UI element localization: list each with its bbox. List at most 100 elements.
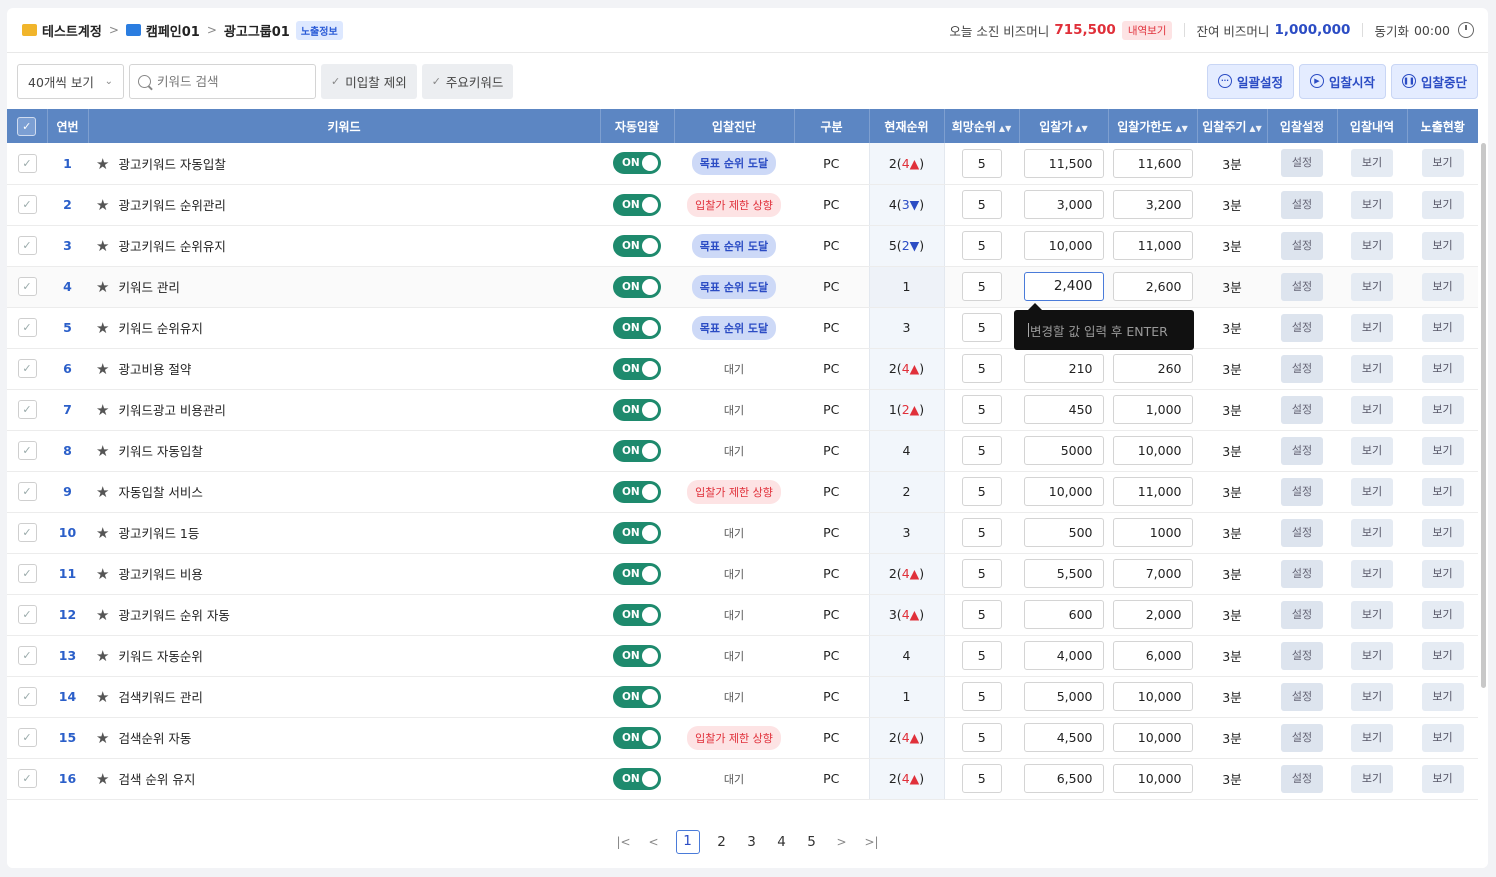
breadcrumb-group[interactable]: 광고그룹01 bbox=[224, 21, 290, 40]
bid-limit-input[interactable]: 1,000 bbox=[1112, 395, 1193, 424]
hope-rank-input[interactable]: 5 bbox=[961, 272, 1002, 301]
bid-limit-input[interactable]: 10,000 bbox=[1112, 764, 1193, 793]
bid-history-button[interactable]: 보기 bbox=[1351, 477, 1393, 506]
bid-input[interactable]: 11,500 bbox=[1023, 148, 1104, 178]
hope-rank-input[interactable]: 5 bbox=[961, 477, 1002, 506]
hope-rank-input[interactable]: 5 bbox=[961, 354, 1002, 383]
hope-rank-input[interactable]: 5 bbox=[961, 395, 1002, 424]
bid-input[interactable]: 5,500 bbox=[1023, 559, 1104, 588]
bid-setting-button[interactable]: 설정 bbox=[1281, 682, 1323, 711]
hope-rank-input[interactable]: 5 bbox=[961, 559, 1002, 588]
page-size-select[interactable]: 40개씩 보기 ⌄ bbox=[17, 63, 124, 99]
table-row[interactable]: ✓ 11 ★ 광고키워드 비용 ON 대기 PC 2(4▲) 5 5,500 7,000 3분 설정 보기… bbox=[7, 553, 1478, 595]
page-button[interactable]: 3 bbox=[744, 834, 760, 850]
auto-bid-toggle[interactable]: ON bbox=[613, 685, 661, 708]
row-checkbox[interactable]: ✓ bbox=[17, 153, 37, 173]
star-icon[interactable]: ★ bbox=[96, 647, 109, 665]
exposure-view-button[interactable]: 보기 bbox=[1421, 231, 1464, 260]
hope-rank-input[interactable]: 5 bbox=[961, 641, 1002, 670]
bid-input[interactable]: 600 bbox=[1023, 600, 1104, 629]
bid-setting-button[interactable]: 설정 bbox=[1281, 313, 1323, 342]
bid-history-button[interactable]: 보기 bbox=[1351, 354, 1393, 383]
row-checkbox[interactable]: ✓ bbox=[17, 236, 37, 255]
page-button[interactable]: 2 bbox=[714, 834, 730, 850]
bid-history-button[interactable]: 보기 bbox=[1351, 559, 1393, 588]
exposure-view-button[interactable]: 보기 bbox=[1421, 641, 1464, 670]
exposure-view-button[interactable]: 보기 bbox=[1421, 272, 1464, 301]
table-row[interactable]: ✓ 7 ★ 키워드광고 비용관리 ON 대기 PC 1(2▲) 5 450 1,000 3분 설정 보기 보… bbox=[7, 389, 1478, 431]
breadcrumb-campaign[interactable]: 캠페인01 bbox=[146, 21, 200, 40]
last-page-icon[interactable]: >| bbox=[864, 835, 880, 849]
table-row[interactable]: ✓ 16 ★ 검색 순위 유지 ON 대기 PC 2(4▲) 5 6,500 10,000 3분 설정 보… bbox=[7, 758, 1478, 800]
exposure-view-button[interactable]: 보기 bbox=[1421, 764, 1464, 793]
row-checkbox[interactable]: ✓ bbox=[17, 441, 37, 460]
row-checkbox[interactable]: ✓ bbox=[17, 277, 37, 296]
vertical-scrollbar[interactable] bbox=[1481, 143, 1486, 688]
bid-input[interactable]: 6,500 bbox=[1023, 764, 1104, 793]
col-header-sortable[interactable]: 입찰가한도 ▲▼ bbox=[1108, 109, 1198, 143]
row-checkbox[interactable]: ✓ bbox=[17, 564, 37, 583]
star-icon[interactable]: ★ bbox=[96, 729, 109, 747]
auto-bid-toggle[interactable]: ON bbox=[613, 726, 661, 749]
bid-history-button[interactable]: 보기 bbox=[1351, 395, 1393, 424]
star-icon[interactable]: ★ bbox=[96, 524, 109, 542]
exposure-view-button[interactable]: 보기 bbox=[1421, 477, 1464, 506]
row-checkbox[interactable]: ✓ bbox=[17, 646, 37, 665]
star-icon[interactable]: ★ bbox=[96, 155, 109, 173]
page-button[interactable]: 1 bbox=[675, 830, 700, 854]
hope-rank-input[interactable]: 5 bbox=[961, 600, 1002, 629]
bid-setting-button[interactable]: 설정 bbox=[1281, 641, 1323, 670]
auto-bid-toggle[interactable]: ON bbox=[613, 644, 661, 667]
exposure-info-badge[interactable]: 노출정보 bbox=[295, 20, 343, 40]
table-row[interactable]: ✓ 10 ★ 광고키워드 1등 ON 대기 PC 3 5 500 1000 3분 설정 보기 보기 bbox=[7, 512, 1478, 554]
bid-limit-input[interactable]: 10,000 bbox=[1112, 682, 1193, 711]
bid-input[interactable]: 3,000 bbox=[1023, 190, 1104, 219]
exposure-view-button[interactable]: 보기 bbox=[1421, 682, 1464, 711]
bid-input[interactable]: 10,000 bbox=[1023, 477, 1104, 506]
auto-bid-toggle[interactable]: ON bbox=[613, 398, 661, 421]
star-icon[interactable]: ★ bbox=[96, 360, 109, 378]
row-checkbox[interactable]: ✓ bbox=[17, 195, 37, 214]
bid-setting-button[interactable]: 설정 bbox=[1281, 764, 1323, 793]
bid-limit-input[interactable]: 10,000 bbox=[1112, 723, 1193, 752]
prev-page-icon[interactable]: < bbox=[646, 835, 662, 849]
auto-bid-toggle[interactable]: ON bbox=[613, 275, 661, 298]
bid-history-button[interactable]: 보기 bbox=[1351, 723, 1393, 752]
hope-rank-input[interactable]: 5 bbox=[961, 190, 1002, 219]
table-row[interactable]: ✓ 5 ★ 키워드 순위유지 ON 목표 순위 도달 PC 3 5 3분 설정 보기 보기 bbox=[7, 307, 1478, 349]
bid-history-button[interactable]: 보기 bbox=[1351, 313, 1393, 342]
bid-setting-button[interactable]: 설정 bbox=[1281, 272, 1323, 301]
auto-bid-toggle[interactable]: ON bbox=[613, 357, 661, 380]
bid-setting-button[interactable]: 설정 bbox=[1281, 600, 1323, 629]
bid-history-button[interactable]: 보기 bbox=[1351, 190, 1393, 219]
star-icon[interactable]: ★ bbox=[96, 606, 109, 624]
bid-history-button[interactable]: 보기 bbox=[1351, 641, 1393, 670]
breadcrumb-account[interactable]: 테스트계정 bbox=[42, 21, 102, 40]
bid-history-button[interactable]: 보기 bbox=[1351, 682, 1393, 711]
star-icon[interactable]: ★ bbox=[96, 401, 109, 419]
auto-bid-toggle[interactable]: ON bbox=[613, 193, 661, 216]
exposure-view-button[interactable]: 보기 bbox=[1421, 149, 1464, 178]
row-checkbox[interactable]: ✓ bbox=[17, 687, 37, 706]
bid-limit-input[interactable]: 6,000 bbox=[1112, 641, 1193, 670]
bid-history-button[interactable]: 보기 bbox=[1351, 600, 1393, 629]
auto-bid-toggle[interactable]: ON bbox=[613, 767, 661, 790]
star-icon[interactable]: ★ bbox=[96, 278, 109, 296]
first-page-icon[interactable]: |< bbox=[616, 835, 632, 849]
bid-limit-input[interactable]: 11,000 bbox=[1112, 231, 1193, 260]
next-page-icon[interactable]: > bbox=[834, 835, 850, 849]
bid-history-button[interactable]: 보기 bbox=[1351, 272, 1393, 301]
select-all-checkbox[interactable]: ✓ bbox=[17, 116, 37, 136]
bid-limit-input[interactable]: 11,000 bbox=[1112, 477, 1193, 506]
col-header-sortable[interactable]: 입찰주기 ▲▼ bbox=[1197, 109, 1268, 143]
star-icon[interactable]: ★ bbox=[96, 442, 109, 460]
bid-setting-button[interactable]: 설정 bbox=[1281, 559, 1323, 588]
bid-setting-button[interactable]: 설정 bbox=[1281, 395, 1323, 424]
exposure-view-button[interactable]: 보기 bbox=[1421, 723, 1464, 752]
bid-setting-button[interactable]: 설정 bbox=[1281, 477, 1323, 506]
exposure-view-button[interactable]: 보기 bbox=[1421, 354, 1464, 383]
exposure-view-button[interactable]: 보기 bbox=[1421, 190, 1464, 219]
exposure-view-button[interactable]: 보기 bbox=[1421, 518, 1464, 547]
bid-input[interactable]: 4,500 bbox=[1023, 723, 1104, 752]
exposure-view-button[interactable]: 보기 bbox=[1421, 313, 1464, 342]
